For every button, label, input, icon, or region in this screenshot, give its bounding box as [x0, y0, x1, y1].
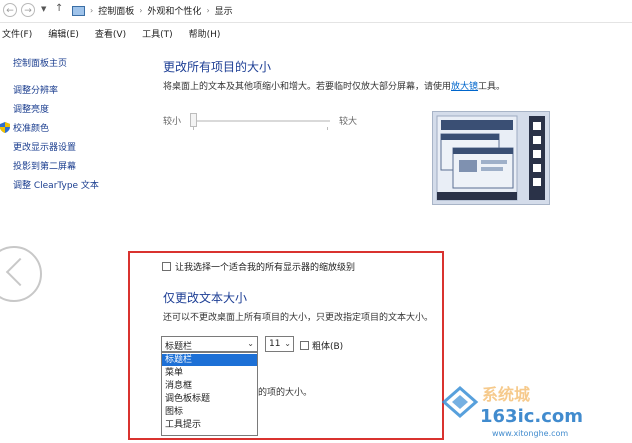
- slider-tick: [327, 127, 328, 130]
- dropdown-option-palette-title[interactable]: 调色板标题: [162, 393, 257, 405]
- forward-button[interactable]: →: [21, 3, 35, 17]
- item-select-dropdown: 标题栏 菜单 消息框 调色板标题 图标 工具提示: [161, 352, 258, 436]
- dropdown-option-tooltip[interactable]: 工具提示: [162, 419, 257, 431]
- chevron-down-icon: ⌄: [247, 339, 254, 348]
- breadcrumb-item[interactable]: 显示: [215, 4, 233, 17]
- slider-max-label: 较大: [339, 117, 358, 127]
- description-text: 将桌面上的文本及其他项缩小和增大。若要临时仅放大部分屏幕，请使用: [163, 82, 452, 92]
- custom-scaling-checkbox-label: 让我选择一个适合我的所有显示器的缩放级别: [175, 263, 356, 273]
- breadcrumb-separator: ›: [90, 6, 94, 15]
- sidebar-item-cleartype[interactable]: 调整 ClearType 文本: [13, 178, 99, 191]
- dropdown-option-icon[interactable]: 图标: [162, 406, 257, 418]
- dropdown-option-menu[interactable]: 菜单: [162, 367, 257, 379]
- breadcrumb-item[interactable]: 外观和个性化: [147, 4, 201, 17]
- size-slider-track[interactable]: [190, 120, 330, 122]
- size-slider-thumb[interactable]: [190, 113, 197, 127]
- chevron-down-icon: ⌄: [284, 339, 291, 348]
- back-button[interactable]: ←: [3, 3, 17, 17]
- menu-edit[interactable]: 编辑(E): [46, 26, 81, 42]
- back-arrow-icon[interactable]: [0, 246, 42, 302]
- bold-checkbox-label: 粗体(B): [312, 342, 344, 352]
- breadcrumb[interactable]: › 控制面板 › 外观和个性化 › 显示: [72, 2, 632, 19]
- sidebar-item-display-settings[interactable]: 更改显示器设置: [13, 140, 76, 153]
- svg-text:系统城: 系统城: [482, 385, 530, 404]
- page-title: 更改所有项目的大小: [163, 60, 272, 74]
- partially-hidden-text: 的项的大小。: [258, 388, 313, 398]
- text-size-title: 仅更改文本大小: [163, 291, 248, 305]
- magnifier-link[interactable]: 放大镜: [451, 82, 478, 92]
- page-description: 将桌面上的文本及其他项缩小和增大。若要临时仅放大部分屏幕，请使用放大镜工具。: [163, 79, 505, 92]
- preview-illustration: [433, 112, 549, 204]
- sidebar-item-calibrate-color[interactable]: 校准颜色: [0, 121, 50, 134]
- custom-scaling-checkbox[interactable]: [162, 262, 171, 271]
- menu-help[interactable]: 帮助(H): [187, 26, 223, 42]
- font-size-value: 11: [269, 339, 281, 349]
- control-panel-icon: [72, 5, 85, 16]
- display-preview-image: [432, 111, 550, 205]
- sidebar-item-brightness[interactable]: 调整亮度: [13, 102, 49, 115]
- recent-pages-dropdown-icon[interactable]: ▼: [41, 5, 46, 13]
- bold-checkbox-row[interactable]: 粗体(B): [300, 339, 343, 352]
- sidebar-item-home[interactable]: 控制面板主页: [13, 56, 67, 69]
- menu-view[interactable]: 查看(V): [93, 26, 128, 42]
- breadcrumb-separator: ›: [139, 6, 143, 15]
- item-select-value: 标题栏: [165, 342, 193, 352]
- font-size-select[interactable]: 11 ⌄: [265, 336, 294, 352]
- sidebar-item-project-second-screen[interactable]: 投影到第二屏幕: [13, 159, 76, 172]
- breadcrumb-item[interactable]: 控制面板: [98, 4, 134, 17]
- bold-checkbox[interactable]: [300, 341, 309, 350]
- slider-tick: [193, 127, 194, 130]
- menu-bar: 文件(F) 编辑(E) 查看(V) 工具(T) 帮助(H): [0, 26, 632, 42]
- shield-icon: [0, 122, 10, 133]
- text-size-description: 还可以不更改桌面上所有项目的大小，只更改指定项目的文本大小。: [163, 313, 434, 323]
- item-select[interactable]: 标题栏 ⌄: [161, 336, 258, 352]
- svg-text:163ic.com: 163ic.com: [480, 406, 583, 427]
- address-bar: ← → ▼ ↑ › 控制面板 › 外观和个性化 › 显示: [0, 0, 632, 23]
- dropdown-option-message-box[interactable]: 消息框: [162, 380, 257, 392]
- sidebar-item-resolution[interactable]: 调整分辨率: [13, 83, 58, 96]
- svg-text:www.xitonghe.com: www.xitonghe.com: [492, 429, 568, 438]
- menu-file[interactable]: 文件(F): [0, 26, 34, 42]
- menu-tools[interactable]: 工具(T): [140, 26, 175, 42]
- sidebar-item-label: 校准颜色: [13, 124, 50, 134]
- breadcrumb-separator: ›: [206, 6, 210, 15]
- custom-scaling-checkbox-row[interactable]: 让我选择一个适合我的所有显示器的缩放级别: [162, 260, 355, 273]
- watermark-logo-graphic: 系统城 163ic.com www.xitonghe.com: [441, 385, 583, 438]
- slider-min-label: 较小: [163, 117, 182, 127]
- up-button[interactable]: ↑: [55, 3, 63, 14]
- description-text-end: 工具。: [478, 82, 506, 92]
- dropdown-option-title-bar[interactable]: 标题栏: [162, 354, 257, 366]
- watermark-logo: 系统城 163ic.com www.xitonghe.com: [430, 380, 630, 440]
